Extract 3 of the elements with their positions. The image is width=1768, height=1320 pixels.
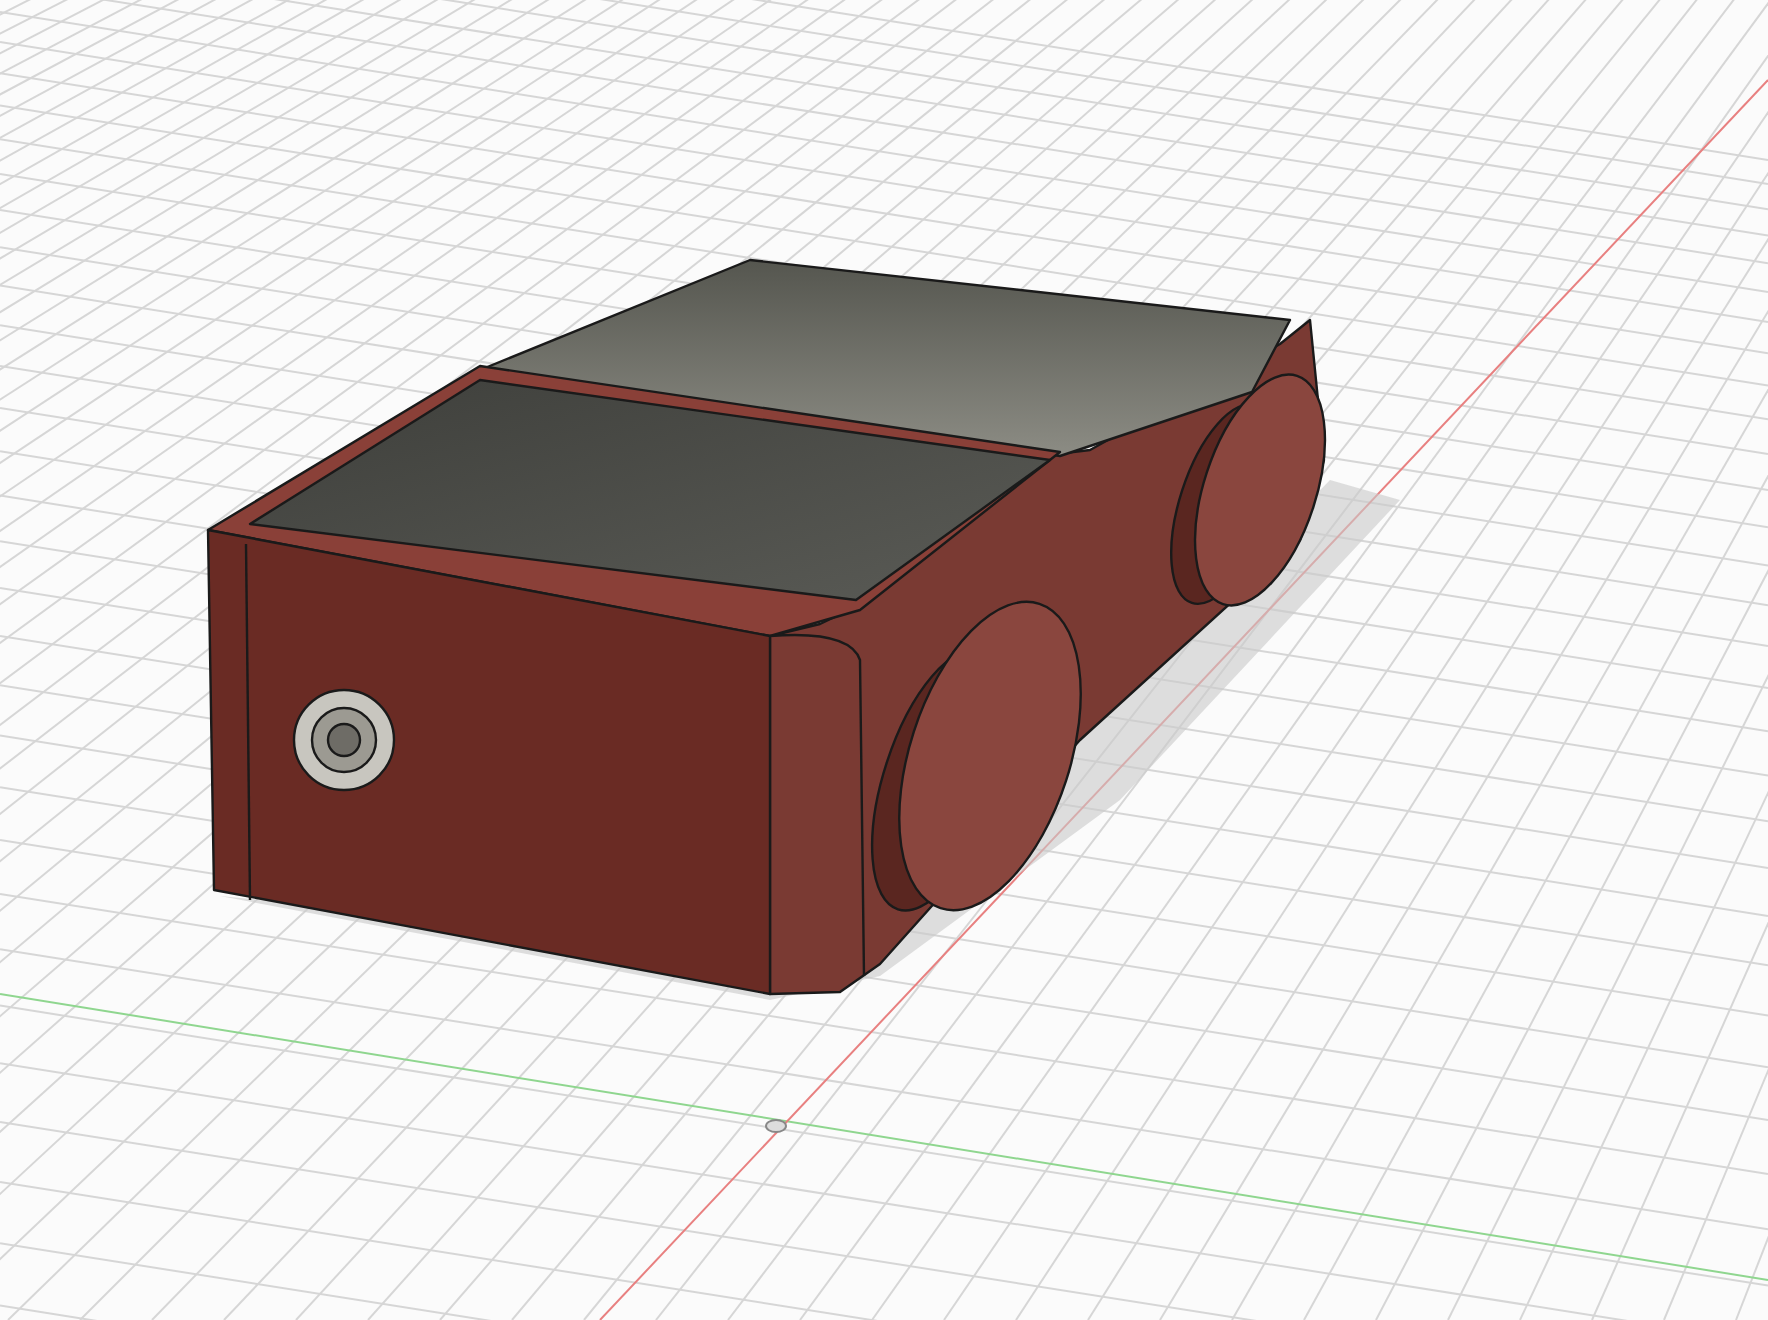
enclosure-model-drawing[interactable] [206,258,1400,1000]
origin-marker [765,1119,787,1133]
viewport-canvas[interactable] [0,0,1768,1320]
